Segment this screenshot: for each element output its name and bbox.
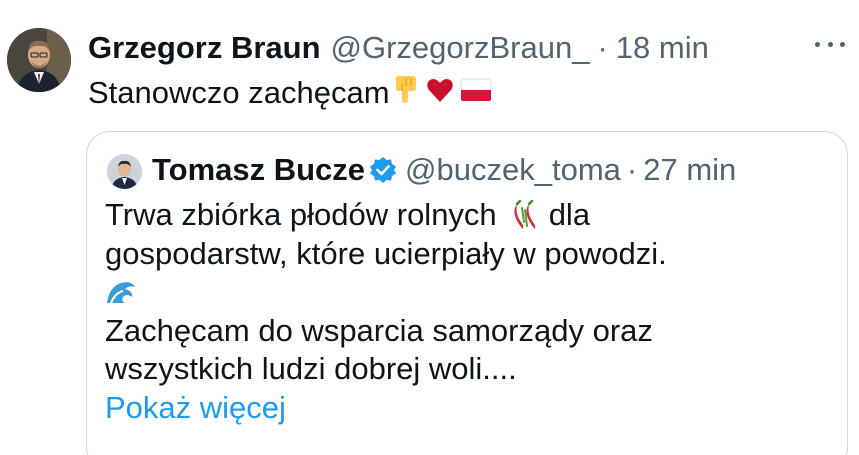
post-time[interactable]: 18 min <box>616 30 709 66</box>
water-wave-icon <box>105 277 139 307</box>
quoted-author-name[interactable]: Tomasz Bucze <box>152 152 365 188</box>
hot-pepper-icon <box>509 200 539 230</box>
author-name[interactable]: Grzegorz Braun <box>88 30 321 66</box>
post-text: Stanowczo zachęcam <box>88 70 492 116</box>
avatar[interactable] <box>7 28 71 92</box>
quoted-line-2: gospodarstw, które ucierpiały w powodzi. <box>105 235 667 271</box>
quoted-line-5: wszystkich ludzi dobrej woli.... <box>105 351 517 386</box>
tweet[interactable]: Grzegorz Braun @GrzegorzBraun_ · 18 min … <box>0 0 859 455</box>
quoted-text: Trwa zbiórka płodów rolnych dla gospodar… <box>105 196 835 427</box>
verified-badge-icon <box>369 156 397 184</box>
quoted-separator: · <box>626 152 638 187</box>
quoted-time[interactable]: 27 min <box>643 152 736 188</box>
separator: · <box>597 30 608 65</box>
quoted-header: Tomasz Bucze @buczek_toma · 27 min <box>152 148 832 192</box>
post-header: Grzegorz Braun @GrzegorzBraun_ · 18 min <box>88 26 709 70</box>
quoted-avatar[interactable] <box>107 154 142 189</box>
red-heart-icon <box>426 75 454 111</box>
show-more-link[interactable]: Pokaż więcej <box>105 389 286 428</box>
poland-flag-icon <box>460 75 492 111</box>
quoted-author-handle[interactable]: @buczek_toma <box>405 152 621 188</box>
quoted-post[interactable]: Tomasz Bucze @buczek_toma · 27 min Trwa … <box>86 131 848 455</box>
point-down-icon <box>392 74 420 112</box>
more-options-icon[interactable] <box>815 34 845 54</box>
quoted-line-1-end: dla <box>548 197 591 232</box>
quoted-line-4: Zachęcam do wsparcia samorządy oraz <box>105 312 653 348</box>
author-handle[interactable]: @GrzegorzBraun_ <box>331 30 590 66</box>
post-text-content: Stanowczo zachęcam <box>88 75 390 110</box>
quoted-line-1: Trwa zbiórka płodów rolnych <box>105 197 497 232</box>
